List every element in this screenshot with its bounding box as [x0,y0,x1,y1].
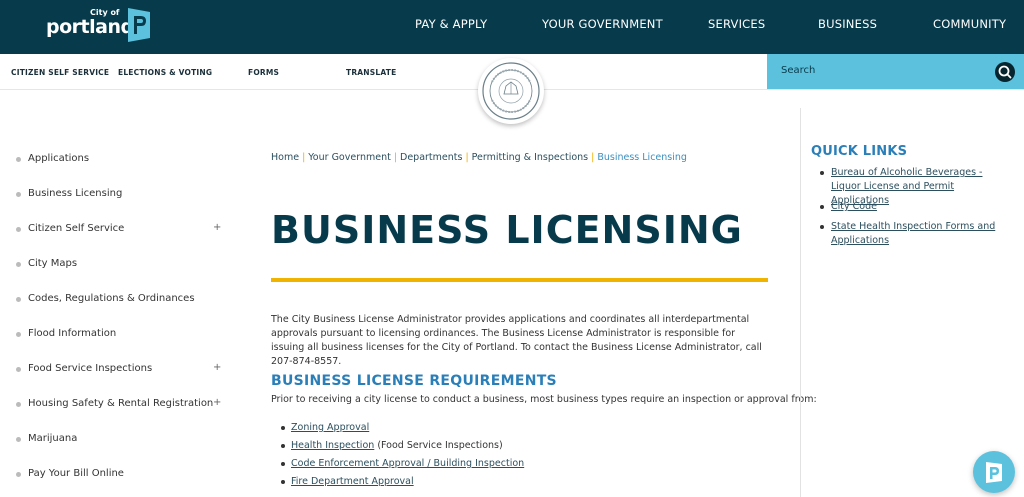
nav-services[interactable]: SERVICES [708,17,765,31]
sidebar-item-label: Flood Information [28,328,117,339]
page-title: BUSINESS LICENSING [271,208,743,252]
sidebar-item-label: Housing Safety & Rental Registration [28,398,214,409]
breadcrumb-your-government[interactable]: Your Government [308,152,391,163]
sidebar-item-label: Marijuana [28,433,78,444]
intro-paragraph: The City Business License Administrator … [271,314,762,367]
bullet [16,262,21,267]
requirement-note: (Food Service Inspections) [374,440,503,451]
bullet [820,225,824,229]
section-heading: BUSINESS LICENSE REQUIREMENTS [271,373,557,389]
search-placeholder: Search [781,65,816,76]
search-input[interactable]: Search [767,54,1024,89]
sublink-forms[interactable]: FORMS [248,68,279,77]
sublink-citizen-self-service[interactable]: CITIZEN SELF SERVICE [11,68,109,77]
bullet [16,192,21,197]
bullet [16,402,21,407]
bullet [16,367,21,372]
section-intro: Prior to receiving a city license to con… [271,394,817,405]
sublink-elections-voting[interactable]: ELECTIONS & VOTING [118,68,212,77]
bullet [281,426,285,430]
sidebar-item-label: City Maps [28,258,78,269]
breadcrumb: Home | Your Government | Departments | Permitt… [271,152,687,163]
sidebar-item-label: Business Licensing [28,188,123,199]
breadcrumb-separator: | [591,152,595,163]
bullet [16,332,21,337]
link-health-inspection[interactable]: Health Inspection [291,440,374,451]
search-button[interactable] [995,62,1015,82]
breadcrumb-separator: | [393,152,398,163]
sidebar-item-label: Applications [28,153,90,164]
nav-community[interactable]: COMMUNITY [933,17,1006,31]
site-header: City of portland PAY & APPLY YOUR GOVERN… [0,0,1024,54]
sidebar-item-label: Food Service Inspections [28,363,153,374]
title-divider [271,278,768,282]
breadcrumb-home[interactable]: Home [271,152,299,163]
bullet [16,437,21,442]
floating-help-button[interactable] [973,451,1015,493]
quick-link-item[interactable]: State Health Inspection Forms and Applic… [820,220,1000,248]
city-seal[interactable] [478,58,544,124]
quick-links-title: QUICK LINKS [811,144,908,159]
portland-p-icon [128,8,150,42]
link-zoning-approval[interactable]: Zoning Approval [291,422,369,433]
bullet [281,444,285,448]
bullet [16,472,21,477]
column-divider [800,108,801,497]
nav-your-government[interactable]: YOUR GOVERNMENT [542,17,663,31]
bullet [281,462,285,466]
quick-link-item[interactable]: City Code [820,200,1000,214]
bullet [16,297,21,302]
quick-link-city-code[interactable]: City Code [831,200,1000,214]
breadcrumb-separator: | [302,152,306,163]
portland-p-icon [986,462,1002,483]
expand-icon[interactable]: + [213,397,221,408]
breadcrumb-separator: | [465,152,469,163]
portland-logo[interactable]: City of portland [46,6,156,48]
bullet [820,171,824,175]
nav-pay-apply[interactable]: PAY & APPLY [415,17,487,31]
link-fire-department[interactable]: Fire Department Approval [291,476,414,487]
nav-business[interactable]: BUSINESS [818,17,877,31]
city-seal-icon [482,62,540,120]
quick-link-state-health[interactable]: State Health Inspection Forms and Applic… [831,220,1000,248]
bullet [16,157,21,162]
breadcrumb-departments[interactable]: Departments [400,152,462,163]
sidebar-item-label: Pay Your Bill Online [28,468,124,479]
expand-icon[interactable]: + [213,222,221,233]
search-icon [998,65,1012,79]
sidebar-item-label: Codes, Regulations & Ordinances [28,293,195,304]
bullet [16,227,21,232]
bullet [820,205,824,209]
sublink-translate[interactable]: TRANSLATE [346,68,396,77]
bullet [281,480,285,484]
link-code-enforcement[interactable]: Code Enforcement Approval / Building Ins… [291,458,524,469]
breadcrumb-current: Business Licensing [597,152,687,163]
breadcrumb-permitting[interactable]: Permitting & Inspections [472,152,588,163]
expand-icon[interactable]: + [213,362,221,373]
logo-name-text: portland [46,16,134,38]
sidebar-item-label: Citizen Self Service [28,223,125,234]
